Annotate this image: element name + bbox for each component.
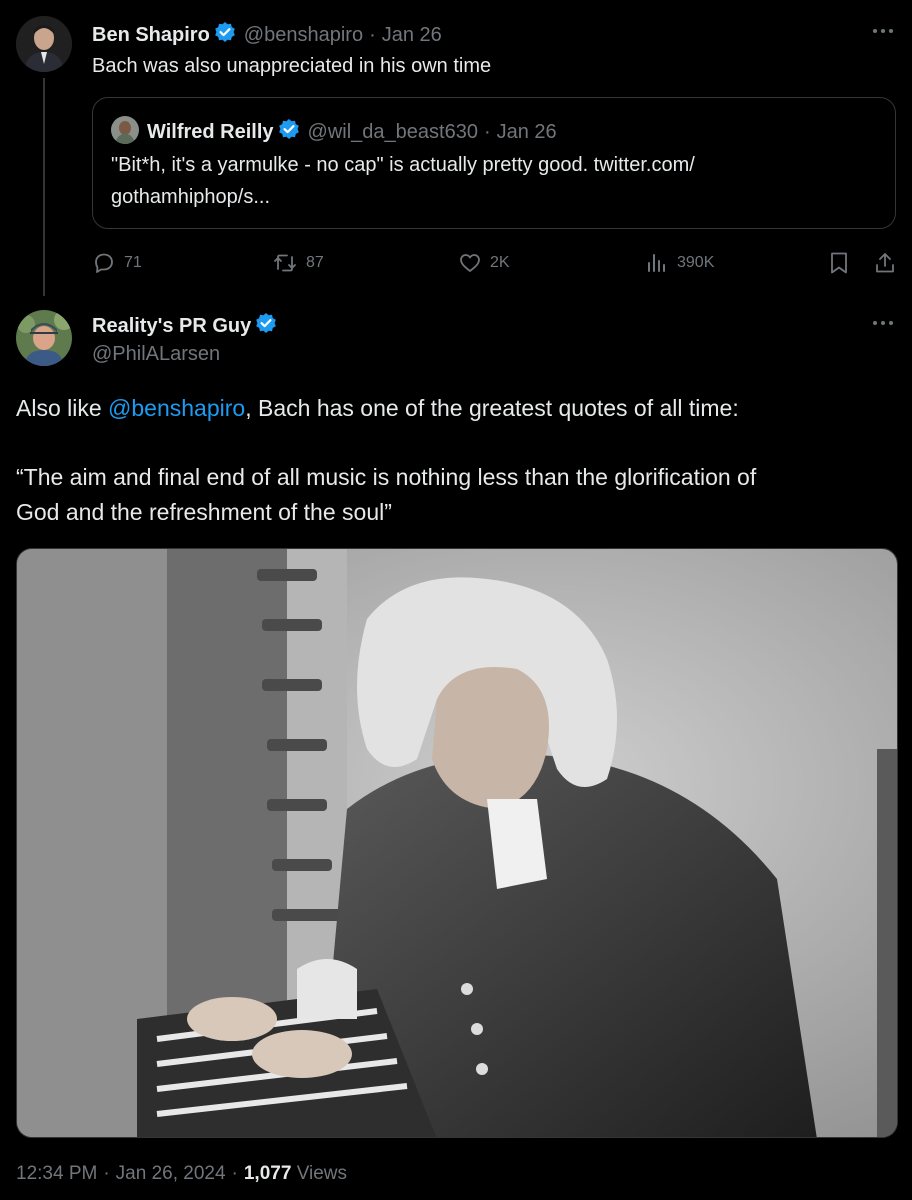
quoted-author-name[interactable]: Wilfred Reilly <box>147 121 274 144</box>
tweet-date[interactable]: Jan 26, 2024 <box>116 1163 226 1185</box>
tweet-date[interactable]: Jan 26 <box>382 24 442 47</box>
parent-tweet-text: Bach was also unappreciated in his own t… <box>92 55 492 77</box>
reply-count: 71 <box>124 254 142 271</box>
views-button[interactable]: 390K <box>645 251 714 275</box>
tweet-time[interactable]: 12:34 PM <box>16 1163 97 1185</box>
views-count: 390K <box>677 254 715 271</box>
reply-icon <box>92 251 116 275</box>
share-icon[interactable] <box>873 251 897 275</box>
separator: · <box>231 1163 238 1184</box>
main-tweet-header: Reality's PR Guy <box>92 313 277 339</box>
like-button[interactable]: 2K <box>458 251 510 275</box>
tweet-media-image[interactable] <box>16 548 898 1138</box>
like-icon <box>458 251 482 275</box>
author-handle[interactable]: @PhilALarsen <box>92 343 220 366</box>
verified-icon <box>255 312 277 340</box>
separator: · <box>103 1163 110 1184</box>
avatar-ben-shapiro[interactable] <box>16 16 72 72</box>
bookmark-icon[interactable] <box>828 251 850 275</box>
tweet-meta: 12:34 PM · Jan 26, 2024 · 1,077 Views <box>16 1163 347 1185</box>
quoted-tweet-date[interactable]: Jan 26 <box>497 121 557 144</box>
verified-icon <box>278 118 300 146</box>
views-label: Views <box>296 1163 348 1184</box>
views-count: 1,077 <box>243 1163 292 1184</box>
text-after-mention: , Bach has one of the greatest quotes of… <box>245 395 739 421</box>
verified-icon <box>214 21 236 49</box>
main-tweet-text: Also like @benshapiro, Bach has one of t… <box>16 395 739 422</box>
avatar-realitys-pr-guy[interactable] <box>16 310 72 366</box>
author-name[interactable]: Reality's PR Guy <box>92 315 251 338</box>
quoted-tweet-text-line2: gothamhiphop/s... <box>111 186 270 208</box>
retweet-button[interactable]: 87 <box>272 251 324 275</box>
views-icon <box>645 251 669 275</box>
quote-line-2: God and the refreshment of the soul” <box>16 499 392 525</box>
separator: · <box>483 120 491 143</box>
avatar-wilfred-reilly[interactable] <box>111 116 139 144</box>
text-before-mention: Also like <box>16 395 109 421</box>
more-icon[interactable] <box>872 26 894 36</box>
author-name[interactable]: Ben Shapiro <box>92 24 210 47</box>
parent-tweet-header: Ben Shapiro @benshapiro · Jan 26 <box>92 22 442 48</box>
quoted-tweet-header: Wilfred Reilly @wil_da_beast630 · Jan 26 <box>147 118 557 146</box>
quoted-tweet-text-line1: "Bit*h, it's a yarmulke - no cap" is act… <box>111 154 695 176</box>
quoted-author-handle[interactable]: @wil_da_beast630 <box>308 121 478 144</box>
retweet-icon <box>272 251 298 275</box>
separator: · <box>369 23 376 46</box>
like-count: 2K <box>490 254 510 271</box>
mention-link[interactable]: @benshapiro <box>108 395 245 421</box>
author-handle[interactable]: @benshapiro <box>244 24 363 47</box>
reply-button[interactable]: 71 <box>92 251 142 275</box>
quoted-tweet-card[interactable]: Wilfred Reilly @wil_da_beast630 · Jan 26… <box>92 97 896 229</box>
retweet-count: 87 <box>306 254 324 271</box>
thread-connector <box>43 78 45 296</box>
more-icon[interactable] <box>872 318 894 328</box>
quote-line-1: “The aim and final end of all music is n… <box>16 464 757 490</box>
